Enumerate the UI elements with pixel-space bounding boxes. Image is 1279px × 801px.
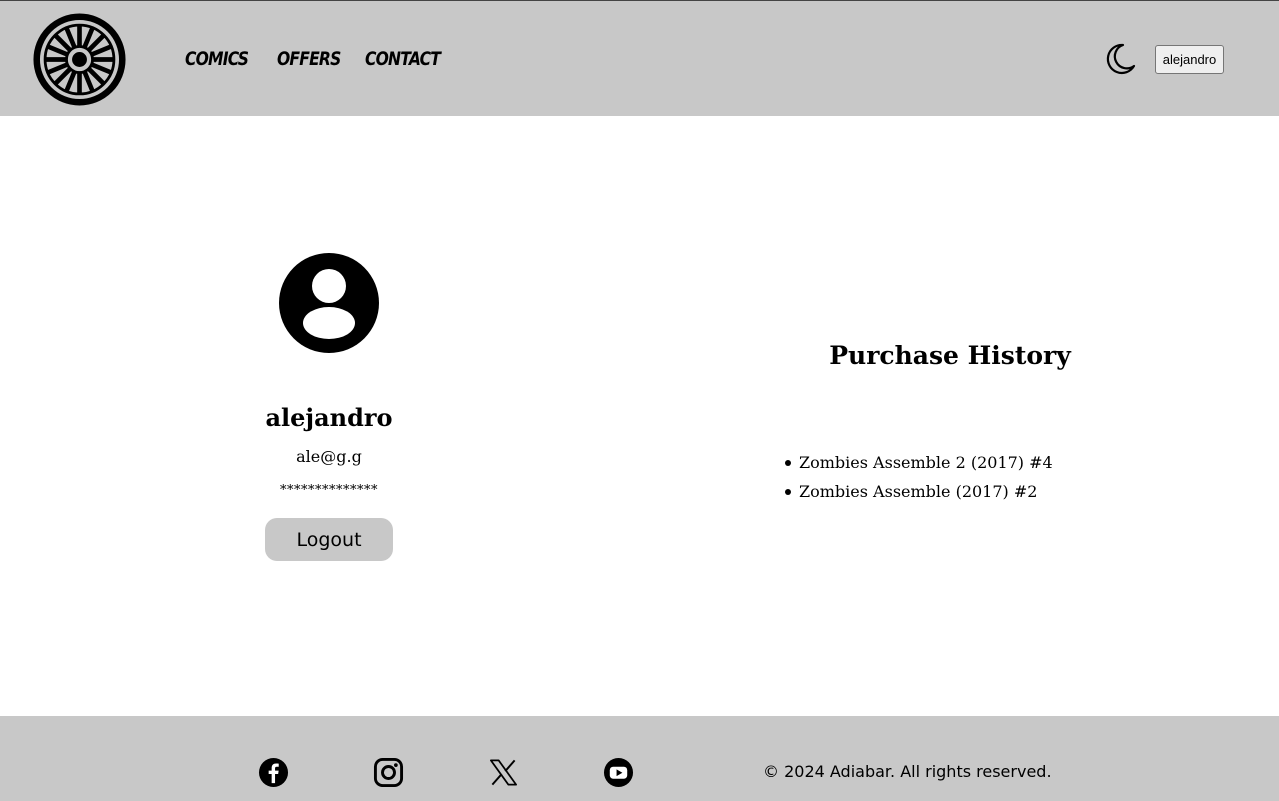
nav-link-comics[interactable]: Comics bbox=[185, 45, 249, 73]
main-nav: Comics Offers Contact bbox=[185, 45, 465, 73]
profile-name: alejandro bbox=[265, 403, 393, 432]
profile-password: ************** bbox=[280, 483, 378, 498]
copyright-text: © 2024 Adiabar. All rights reserved. bbox=[763, 762, 1052, 781]
moon-icon[interactable] bbox=[1103, 42, 1137, 76]
list-item: Zombies Assemble 2 (2017) #4 bbox=[783, 448, 1053, 477]
list-item: Zombies Assemble (2017) #2 bbox=[783, 477, 1053, 506]
logout-button[interactable]: Logout bbox=[265, 518, 393, 561]
user-account-button[interactable]: alejandro bbox=[1155, 45, 1224, 74]
bullet-icon bbox=[785, 460, 791, 466]
purchase-history-title: Purchase History bbox=[829, 341, 1071, 370]
wheel-logo-icon[interactable] bbox=[33, 13, 126, 106]
x-icon[interactable] bbox=[488, 757, 519, 788]
instagram-icon[interactable] bbox=[373, 757, 404, 788]
facebook-icon[interactable] bbox=[258, 757, 289, 788]
user-circle-icon bbox=[279, 253, 379, 353]
nav-link-offers[interactable]: Offers bbox=[277, 45, 341, 73]
youtube-icon[interactable] bbox=[603, 757, 634, 788]
profile-card: alejandro ale@g.g ************** Logout bbox=[229, 253, 429, 561]
purchase-item-label: Zombies Assemble 2 (2017) #4 bbox=[799, 453, 1053, 472]
site-header: Comics Offers Contact alejandro bbox=[0, 0, 1279, 116]
purchase-item-label: Zombies Assemble (2017) #2 bbox=[799, 482, 1038, 501]
bullet-icon bbox=[785, 489, 791, 495]
nav-link-contact[interactable]: Contact bbox=[365, 45, 441, 73]
purchase-history-list: Zombies Assemble 2 (2017) #4 Zombies Ass… bbox=[783, 448, 1053, 506]
site-footer: © 2024 Adiabar. All rights reserved. bbox=[0, 716, 1279, 801]
profile-email: ale@g.g bbox=[296, 447, 362, 466]
